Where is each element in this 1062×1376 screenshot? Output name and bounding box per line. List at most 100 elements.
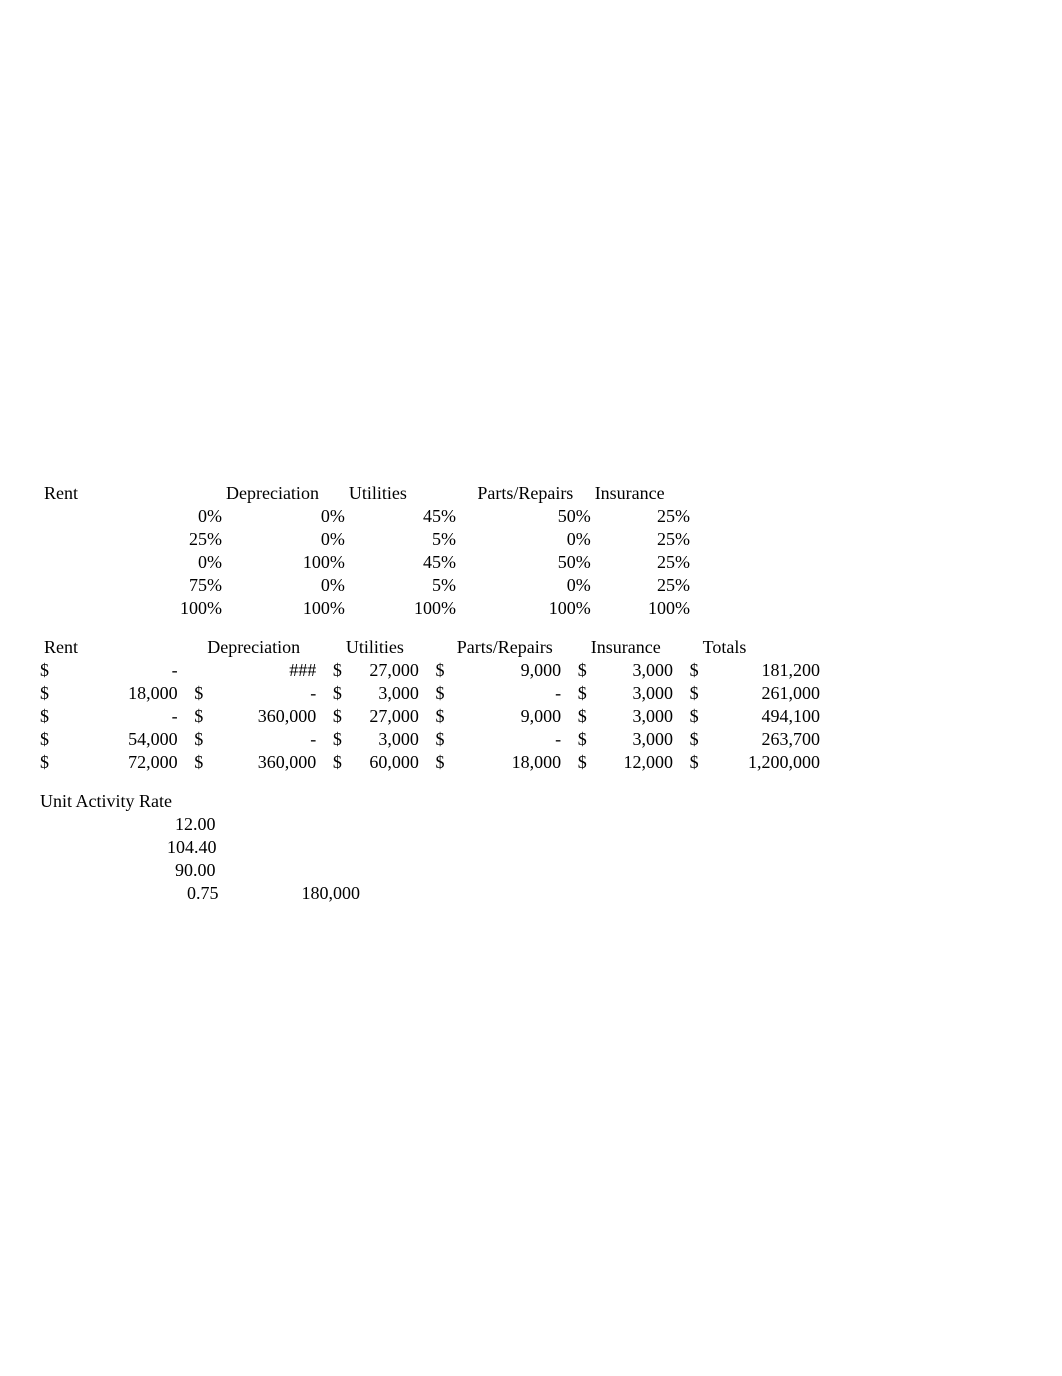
cell-parts-repairs: 0% [456,528,591,551]
unit-activity-title: Unit Activity Rate [40,790,360,813]
cell-dollar-sign: $ [316,659,342,682]
cell-dollar-sign: $ [673,751,699,774]
cell-dollar-sign: $ [178,751,204,774]
cell-depreciation: 360,000 [203,751,316,774]
cell-insurance: 12,000 [587,751,673,774]
cell-totals: 494,100 [699,705,820,728]
cell-dollar-sign: $ [316,728,342,751]
cell-dollar-sign: $ [561,682,587,705]
cell-dollar-label: $ [40,705,84,728]
cell-depreciation: 360,000 [203,705,316,728]
cell-dollar-sign: $ [419,705,445,728]
cell-dollar-sign: $ [316,705,342,728]
cell-dollar-sign: $ [419,728,445,751]
cell-rent: 18,000 [105,682,177,705]
table-row: 0% 0% 45% 50% 25% [40,505,820,528]
cell-totals: 181,200 [699,659,820,682]
header-utilities: Utilities [342,636,419,659]
cell-dollar-sign: $ [419,682,445,705]
cell-parts-repairs: 9,000 [444,659,561,682]
cell-dollar-label: $ [40,751,84,774]
cell-dollar-sign: $ [673,705,699,728]
cell-value: 0.75 [147,882,249,905]
cell-parts-repairs: 50% [456,505,591,528]
cell-depreciation: 0% [222,574,345,597]
cell-insurance: 3,000 [587,659,673,682]
cell-dollar-sign: $ [178,705,204,728]
table-header-row: Rent Depreciation Utilities Parts/Repair… [40,636,820,659]
cell-parts-repairs: - [444,682,561,705]
cell-dollar-sign: $ [561,705,587,728]
cell-utilities: 5% [345,574,456,597]
cell-rent: 25% [116,528,222,551]
cell-dollar-sign [178,659,204,682]
cell-rent: 72,000 [105,751,177,774]
cell-dollar-sign: $ [673,682,699,705]
cell-utilities: 27,000 [342,705,419,728]
unit-activity-table: Unit Activity Rate 12.00 104.40 90.00 0.… [40,790,360,905]
cell-dollar-sign: $ [316,682,342,705]
cell-utilities: 3,000 [342,728,419,751]
cell-parts-repairs: - [444,728,561,751]
cell-depreciation: - [203,728,316,751]
header-rent: Rent [40,482,116,505]
cell-dollar-sign: $ [178,682,204,705]
cell-utilities: 27,000 [342,659,419,682]
cell-insurance: 25% [591,505,690,528]
table-row: 75% 0% 5% 0% 25% [40,574,820,597]
table-row: 0% 100% 45% 50% 25% [40,551,820,574]
cell-utilities: 3,000 [342,682,419,705]
cell-value: 90.00 [147,859,249,882]
cell-totals: 263,700 [699,728,820,751]
table-row: 0.75 180,000 [40,882,360,905]
cell-rent: 54,000 [105,728,177,751]
cell-dollar-sign: $ [419,659,445,682]
header-insurance: Insurance [591,482,690,505]
cell-utilities: 100% [345,597,456,620]
cell-value: 12.00 [147,813,249,836]
cell-depreciation: - [203,682,316,705]
header-insurance: Insurance [587,636,673,659]
cell-dollar-label: $ [40,728,84,751]
cell-rent: 100% [116,597,222,620]
cell-insurance: 25% [591,551,690,574]
cell-depreciation: 100% [222,551,345,574]
cell-parts-repairs: 18,000 [444,751,561,774]
table-row: 25% 0% 5% 0% 25% [40,528,820,551]
cell-insurance: 25% [591,574,690,597]
cell-dollar-sign: $ [561,659,587,682]
cell-parts-repairs: 50% [456,551,591,574]
table-row: $ - $ 360,000 $ 27,000 $ 9,000 $ 3,000 $… [40,705,820,728]
table-row: $ - ### $ 27,000 $ 9,000 $ 3,000 $ 181,2… [40,659,820,682]
cell-depreciation: 100% [222,597,345,620]
cell-insurance: 100% [591,597,690,620]
cell-depreciation: 0% [222,505,345,528]
cell-utilities: 60,000 [342,751,419,774]
cell-dollar-sign: $ [673,728,699,751]
cell-dollar-sign: $ [178,728,204,751]
cell-dollar-sign: $ [316,751,342,774]
cell-value [249,859,360,882]
cell-rent: 75% [116,574,222,597]
cell-rent: - [105,659,177,682]
cell-insurance: 3,000 [587,728,673,751]
table-row: 90.00 [40,859,360,882]
cell-insurance: 3,000 [587,705,673,728]
cell-value [249,836,360,859]
cell-depreciation: 0% [222,528,345,551]
cell-insurance: 3,000 [587,682,673,705]
header-parts-repairs: Parts/Repairs [444,636,561,659]
cell-utilities: 5% [345,528,456,551]
percentages-table: Rent Depreciation Utilities Parts/Repair… [40,482,820,620]
cell-dollar-label: $ [40,659,84,682]
cell-totals: 261,000 [699,682,820,705]
cell-utilities: 45% [345,551,456,574]
cell-dollar-sign: $ [561,728,587,751]
cell-utilities: 45% [345,505,456,528]
cell-depreciation: ### [203,659,316,682]
cell-insurance: 25% [591,528,690,551]
table-row: $ 72,000 $ 360,000 $ 60,000 $ 18,000 $ 1… [40,751,820,774]
cell-rent: - [105,705,177,728]
header-rent: Rent [40,636,84,659]
table-row: 104.40 [40,836,360,859]
